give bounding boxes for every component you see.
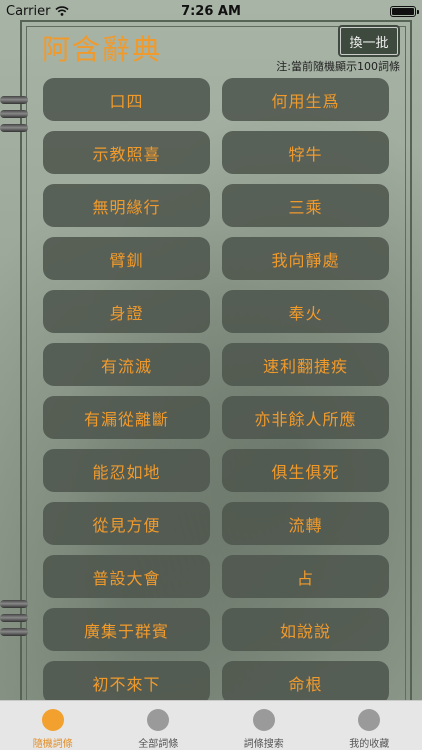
tab-dot-icon: [41, 709, 64, 731]
binding-ring: [0, 124, 28, 132]
term-button[interactable]: 何用生爲: [222, 78, 389, 121]
random-count-note: 注:當前隨機顯示100詞條: [276, 60, 400, 73]
carrier-label: Carrier: [6, 3, 51, 19]
refresh-batch-button[interactable]: 換一批: [340, 27, 398, 55]
battery-icon: [390, 5, 419, 17]
term-button[interactable]: 初不來下: [43, 661, 210, 704]
term-button[interactable]: 口四: [43, 78, 210, 121]
term-button[interactable]: 速利翻捷疾: [222, 343, 389, 386]
term-button[interactable]: 命根: [222, 661, 389, 704]
term-button[interactable]: 有流滅: [43, 343, 210, 386]
term-button[interactable]: 示教照喜: [43, 131, 210, 174]
term-button[interactable]: 奉火: [222, 290, 389, 333]
term-button[interactable]: 有漏從離斷: [43, 396, 210, 439]
app-title: 阿含辭典: [42, 33, 163, 66]
term-button[interactable]: 我向靜處: [222, 237, 389, 280]
term-button[interactable]: 從見方便: [43, 502, 210, 545]
binding-ring: [0, 628, 28, 636]
term-button[interactable]: 俱生俱死: [222, 449, 389, 492]
tab-label: 我的收藏: [349, 739, 390, 750]
term-button[interactable]: 三乘: [222, 184, 389, 227]
status-bar: Carrier 7:26 AM: [0, 0, 422, 22]
tab-random-terms[interactable]: 隨機詞條: [0, 701, 106, 750]
term-button[interactable]: 亦非餘人所應: [222, 396, 389, 439]
tab-label: 隨機詞條: [32, 739, 73, 750]
term-button[interactable]: 無明緣行: [43, 184, 210, 227]
tab-term-search[interactable]: 詞條搜索: [211, 701, 317, 750]
tab-label: 全部詞條: [138, 739, 179, 750]
term-button[interactable]: 普設大會: [43, 555, 210, 598]
binding-ring: [0, 600, 28, 608]
wifi-icon: [55, 6, 70, 16]
term-button[interactable]: 能忍如地: [43, 449, 210, 492]
tab-all-terms[interactable]: 全部詞條: [106, 701, 212, 750]
tab-label: 詞條搜索: [243, 739, 284, 750]
term-button[interactable]: 流轉: [222, 502, 389, 545]
binding-ring: [0, 614, 28, 622]
binding-ring: [0, 96, 28, 104]
tab-dot-icon: [147, 709, 170, 731]
term-button[interactable]: 臂釧: [43, 237, 210, 280]
tab-dot-icon: [252, 709, 275, 731]
page-background: 阿含辭典 換一批 注:當前隨機顯示100詞條 口四 何用生爲 示教照喜 牸牛 無…: [0, 0, 422, 704]
term-button[interactable]: 牸牛: [222, 131, 389, 174]
tab-my-favorites[interactable]: 我的收藏: [317, 701, 422, 750]
tab-bar: 隨機詞條 全部詞條 詞條搜索 我的收藏: [0, 700, 422, 750]
term-button[interactable]: 如說說: [222, 608, 389, 651]
term-grid: 口四 何用生爲 示教照喜 牸牛 無明緣行 三乘 臂釧 我向靜處 身證 奉火 有流…: [43, 78, 389, 704]
term-button[interactable]: 占: [222, 555, 389, 598]
term-button[interactable]: 身證: [43, 290, 210, 333]
tab-dot-icon: [358, 709, 381, 731]
binding-ring: [0, 110, 28, 118]
term-button[interactable]: 廣集于群賓: [43, 608, 210, 651]
